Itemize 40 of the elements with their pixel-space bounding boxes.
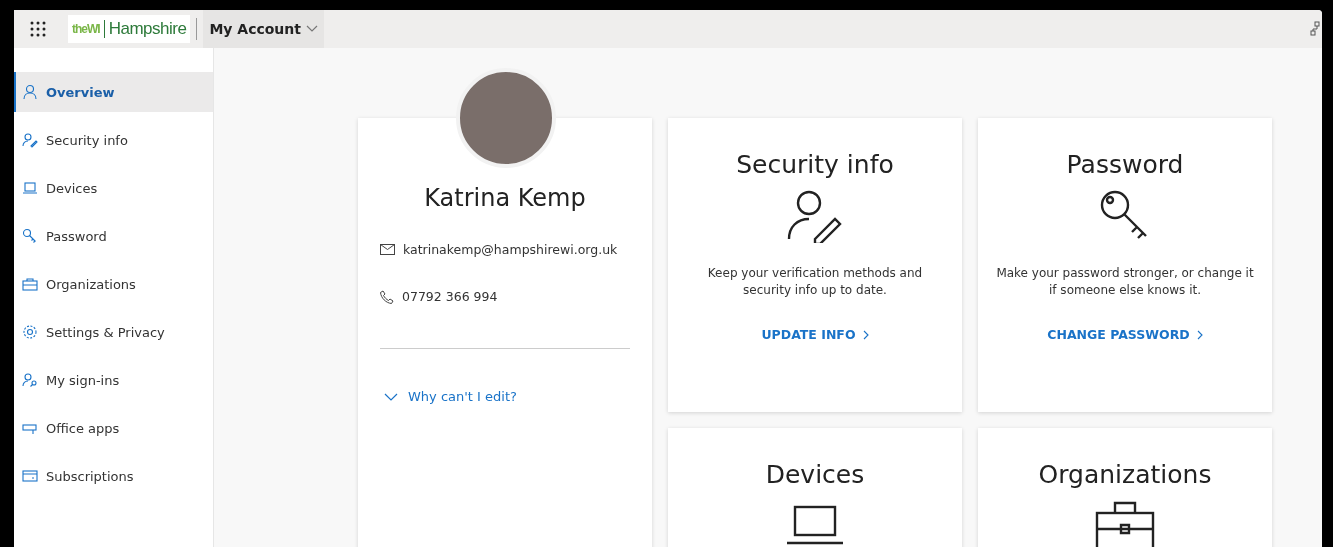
- profile-name: Katrina Kemp: [423, 184, 587, 212]
- phone-icon: [380, 289, 394, 304]
- nav-item[interactable]: Devices: [14, 168, 213, 208]
- nav-item[interactable]: Security info: [14, 120, 213, 160]
- tile-title: Security info: [736, 150, 894, 179]
- key-icon: [22, 228, 38, 244]
- nav-item[interactable]: Password: [14, 216, 213, 256]
- app-title-menu[interactable]: My Account: [203, 10, 324, 48]
- tile-description: Make your password stronger, or change it if someone else knows it.: [996, 265, 1254, 299]
- envelope-icon: [380, 244, 395, 255]
- app-launcher-icon[interactable]: [30, 21, 46, 37]
- tile-description: Keep your verification methods and security info up to date.: [706, 265, 924, 299]
- card-icon: [22, 468, 38, 484]
- phone-text: 07792 366 994: [402, 289, 498, 304]
- person-key-icon: [22, 372, 38, 388]
- briefcase-icon: [22, 276, 38, 292]
- laptop-icon: [22, 180, 38, 196]
- why-cant-i-edit-link[interactable]: Why can't I edit?: [380, 389, 630, 404]
- logo-text: Hampshire: [108, 19, 187, 39]
- email-text: katrinakemp@hampshirewi.org.uk: [403, 242, 618, 257]
- nav-item[interactable]: Settings & Privacy: [14, 312, 213, 352]
- logo-mark: theWI: [72, 22, 100, 36]
- tile-title: Devices: [765, 460, 865, 489]
- tile-link[interactable]: UPDATE INFO: [761, 327, 869, 342]
- gear-icon: [22, 324, 38, 340]
- nav-item[interactable]: Overview: [14, 72, 213, 112]
- nav-item[interactable]: My sign-ins: [14, 360, 213, 400]
- tile-title: Organizations: [1038, 460, 1212, 489]
- chevron-icon: [862, 329, 869, 340]
- tile-link[interactable]: CHANGE PASSWORD: [1047, 327, 1203, 342]
- tile-title: Password: [1066, 150, 1184, 179]
- nav-item[interactable]: Organizations: [14, 264, 213, 304]
- person-icon: [22, 84, 38, 100]
- nav-item[interactable]: Office apps: [14, 408, 213, 448]
- chevron-icon: [1196, 329, 1203, 340]
- nav-item[interactable]: Subscriptions: [14, 456, 213, 496]
- network-icon[interactable]: [1310, 21, 1320, 37]
- caret-icon: [306, 25, 318, 33]
- person-edit-icon: [22, 132, 38, 148]
- chevron-icon: [384, 392, 398, 401]
